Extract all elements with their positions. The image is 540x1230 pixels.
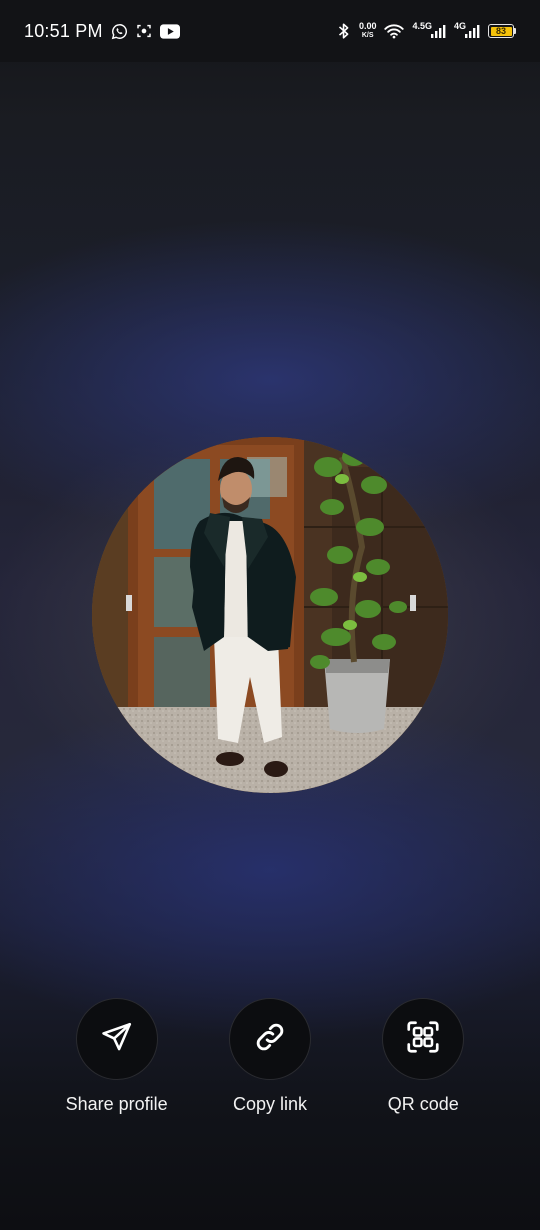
qr-code-icon	[405, 1019, 441, 1060]
signal-icon-2: 4G	[453, 21, 480, 39]
profile-actions: Share profile Copy link QR code	[0, 998, 540, 1115]
share-profile-button[interactable]: Share profile	[47, 998, 187, 1115]
network-speed-value: 0.00	[358, 21, 377, 31]
status-time: 10:51 PM	[24, 20, 103, 41]
qr-code-label: QR code	[387, 1094, 459, 1114]
qr-code-circle[interactable]	[382, 998, 465, 1080]
copy-link-button[interactable]: Copy link	[200, 998, 340, 1115]
network-type-2: 4G	[453, 21, 466, 31]
share-profile-label: Share profile	[65, 1094, 168, 1114]
send-icon	[100, 1020, 134, 1059]
status-left: 10:51 PM	[24, 21, 180, 42]
profile-photo	[92, 437, 448, 793]
battery-icon: 83	[488, 24, 516, 38]
copy-link-label: Copy link	[232, 1094, 307, 1114]
wifi-icon	[384, 23, 405, 39]
status-bar: 10:51 PM 0.00 K/S 4.5G 4G 83	[0, 0, 540, 62]
copy-link-circle[interactable]	[228, 998, 311, 1080]
network-type-1: 4.5G	[412, 21, 432, 31]
bluetooth-icon	[337, 22, 351, 40]
status-right: 0.00 K/S 4.5G 4G 83	[337, 21, 516, 40]
share-profile-circle[interactable]	[75, 998, 158, 1080]
signal-icon: 4.5G	[412, 21, 446, 39]
battery-level: 83	[490, 26, 512, 36]
youtube-icon	[159, 23, 180, 39]
network-speed-unit: K/S	[361, 32, 374, 39]
whatsapp-icon	[111, 23, 128, 40]
qr-code-button[interactable]: QR code	[353, 998, 493, 1115]
screen-record-icon	[136, 23, 152, 39]
network-speed: 0.00 K/S	[359, 22, 377, 40]
link-icon	[253, 1020, 287, 1059]
